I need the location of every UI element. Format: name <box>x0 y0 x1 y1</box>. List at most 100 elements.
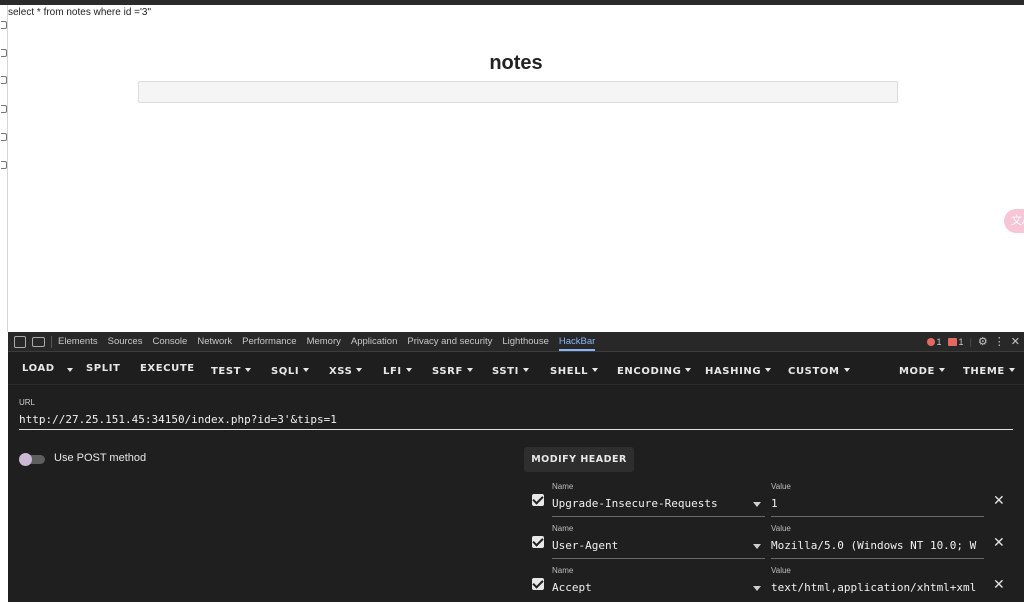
tab-elements[interactable]: Elements <box>58 336 98 347</box>
test-menu[interactable]: TEST <box>211 359 252 378</box>
test-label: TEST <box>211 366 242 377</box>
tab-console[interactable]: Console <box>152 336 187 347</box>
tab-performance[interactable]: Performance <box>242 336 296 347</box>
devtools-panel: Elements Sources Console Network Perform… <box>8 332 1024 602</box>
execute-button[interactable]: EXECUTE <box>140 363 195 374</box>
toggle-thumb <box>19 453 32 466</box>
chevron-down-icon <box>938 368 945 372</box>
chevron-down-icon <box>303 368 310 372</box>
chevron-down-icon <box>765 368 772 372</box>
post-method-label: Use POST method <box>54 452 147 464</box>
name-label: Name <box>552 482 574 491</box>
remove-header-icon[interactable]: ✕ <box>993 534 1005 551</box>
value-label: Value <box>771 566 791 575</box>
side-icon[interactable] <box>1 161 7 169</box>
devtools-tabbar: Elements Sources Console Network Perform… <box>8 332 1024 352</box>
header-value-input[interactable]: 1 <box>771 497 984 510</box>
shell-menu[interactable]: SHELL <box>550 359 599 378</box>
custom-label: CUSTOM <box>788 366 840 377</box>
tab-privacy-security[interactable]: Privacy and security <box>407 336 492 347</box>
close-devtools-icon[interactable]: ✕ <box>1011 335 1020 348</box>
sql-query-text: select * from notes where id ='3" <box>8 7 152 18</box>
error-icon <box>926 337 935 346</box>
header-row: Name User-Agent Value Mozilla/5.0 (Windo… <box>524 522 1024 562</box>
theme-menu[interactable]: THEME <box>963 359 1015 378</box>
remove-header-icon[interactable]: ✕ <box>993 492 1005 509</box>
translate-float-icon[interactable]: 文A <box>1004 209 1024 233</box>
lfi-label: LFI <box>383 366 402 377</box>
custom-menu[interactable]: CUSTOM <box>788 359 850 378</box>
sqli-label: SQLI <box>271 366 300 377</box>
side-icon[interactable] <box>1 76 7 84</box>
name-label: Name <box>552 566 574 575</box>
xss-label: XSS <box>329 366 353 377</box>
chevron-down-icon <box>356 368 363 372</box>
warning-count[interactable]: 1 <box>947 337 964 347</box>
settings-gear-icon[interactable]: ⚙ <box>978 335 988 348</box>
theme-label: THEME <box>963 366 1005 377</box>
url-label: URL <box>19 398 36 407</box>
tab-hackbar[interactable]: HackBar <box>558 336 596 351</box>
ssrf-label: SSRF <box>432 366 463 377</box>
shell-label: SHELL <box>550 366 589 377</box>
xss-menu[interactable]: XSS <box>329 359 363 378</box>
sqli-menu[interactable]: SQLI <box>271 359 310 378</box>
mode-menu[interactable]: MODE <box>899 359 945 378</box>
url-input[interactable] <box>19 410 1013 430</box>
ssti-menu[interactable]: SSTI <box>492 359 529 378</box>
remove-header-icon[interactable]: ✕ <box>993 576 1005 593</box>
hashing-label: HASHING <box>705 366 762 377</box>
side-panel-strip <box>0 5 8 332</box>
error-count[interactable]: 1 <box>926 337 942 347</box>
lfi-menu[interactable]: LFI <box>383 359 412 378</box>
header-value-input[interactable]: text/html,application/xhtml+xml <box>771 581 984 594</box>
chevron-down-icon[interactable] <box>753 544 761 549</box>
ssrf-menu[interactable]: SSRF <box>432 359 473 378</box>
tab-memory[interactable]: Memory <box>307 336 341 347</box>
header-name-select[interactable]: User-Agent <box>552 539 752 552</box>
tab-lighthouse[interactable]: Lighthouse <box>502 336 548 347</box>
header-enabled-checkbox[interactable] <box>532 536 544 548</box>
chevron-down-icon <box>1008 368 1015 372</box>
name-underline <box>552 558 765 559</box>
chevron-down-icon <box>685 368 692 372</box>
chevron-down-icon <box>466 368 473 372</box>
message-icon <box>947 337 957 346</box>
page-content: select * from notes where id ='3" notes … <box>8 5 1024 332</box>
chevron-down-icon[interactable] <box>753 586 761 591</box>
inspect-element-icon[interactable] <box>14 335 26 348</box>
post-method-toggle[interactable] <box>19 453 45 466</box>
value-underline <box>771 558 984 559</box>
load-dropdown-caret[interactable] <box>67 368 73 372</box>
side-icon[interactable] <box>1 49 7 57</box>
tab-sources[interactable]: Sources <box>108 336 143 347</box>
page-title: notes <box>489 52 543 74</box>
chevron-down-icon <box>592 368 599 372</box>
header-row: Name Accept Value text/html,application/… <box>524 564 1024 604</box>
hackbar-toolbar: LOAD SPLIT EXECUTE TEST SQLI XSS LFI SSR… <box>8 353 1024 385</box>
header-name-select[interactable]: Accept <box>552 581 752 594</box>
side-icon[interactable] <box>1 133 7 141</box>
load-button[interactable]: LOAD <box>22 363 55 374</box>
header-value-input[interactable]: Mozilla/5.0 (Windows NT 10.0; W <box>771 539 984 552</box>
tab-application[interactable]: Application <box>351 336 397 347</box>
mode-label: MODE <box>899 366 935 377</box>
tab-network[interactable]: Network <box>197 336 232 347</box>
hashing-menu[interactable]: HASHING <box>705 359 772 378</box>
ssti-label: SSTI <box>492 366 519 377</box>
split-button[interactable]: SPLIT <box>86 363 120 374</box>
encoding-label: ENCODING <box>617 366 682 377</box>
header-enabled-checkbox[interactable] <box>532 494 544 506</box>
header-row: Name Upgrade-Insecure-Requests Value 1 ✕ <box>524 480 1024 520</box>
more-options-icon[interactable]: ⋮ <box>994 335 1005 348</box>
name-underline <box>552 516 765 517</box>
side-icon[interactable] <box>1 21 7 29</box>
modify-header-button[interactable]: MODIFY HEADER <box>524 447 634 472</box>
tab-divider <box>51 335 52 348</box>
encoding-menu[interactable]: ENCODING <box>617 359 692 378</box>
chevron-down-icon[interactable] <box>753 502 761 507</box>
device-toolbar-icon[interactable] <box>32 336 45 347</box>
header-enabled-checkbox[interactable] <box>532 578 544 590</box>
header-name-select[interactable]: Upgrade-Insecure-Requests <box>552 497 752 510</box>
side-icon[interactable] <box>1 105 7 113</box>
